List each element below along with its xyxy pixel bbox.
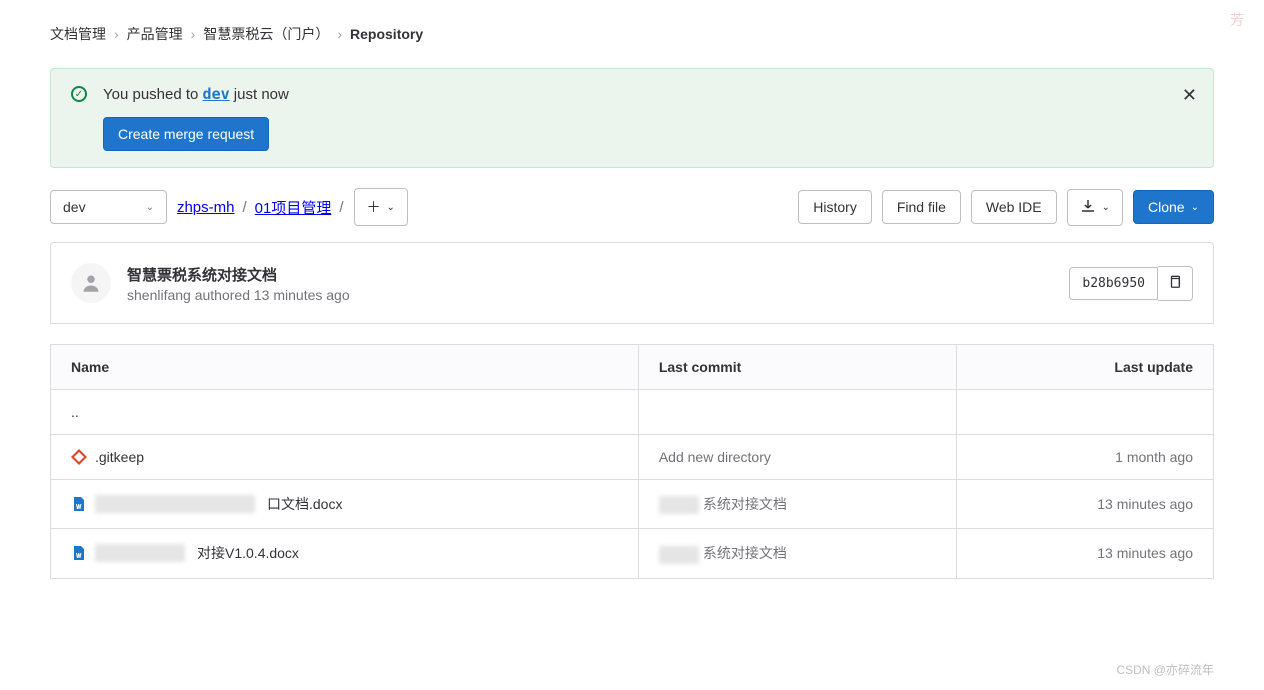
table-row[interactable]: .. (51, 390, 1214, 435)
cell-update: 1 month ago (956, 435, 1213, 480)
path-segment[interactable]: zhps-mh (177, 199, 235, 216)
chevron-down-icon: ⌄ (1102, 202, 1110, 213)
col-name: Name (51, 345, 639, 390)
cell-update: 13 minutes ago (956, 480, 1213, 529)
commit-meta: shenlifang authored 13 minutes ago (127, 287, 350, 303)
cell-name: 口文档.docx (51, 480, 639, 529)
parent-dir-link[interactable]: .. (71, 404, 618, 420)
file-path: zhps-mh / 01项目管理 / (177, 197, 344, 218)
breadcrumb-item[interactable]: 智慧票税云（门户） (203, 24, 329, 44)
avatar (71, 263, 111, 303)
cell-name: 对接V1.0.4.docx (51, 529, 639, 578)
repo-toolbar: dev ⌄ zhps-mh / 01项目管理 / ＋ ⌄ History Fin… (50, 188, 1214, 226)
branch-name: dev (63, 199, 86, 215)
download-dropdown[interactable]: ⌄ (1067, 189, 1123, 226)
history-button[interactable]: History (798, 190, 872, 224)
create-merge-request-button[interactable]: Create merge request (103, 117, 269, 151)
last-commit-panel: 智慧票税系统对接文档 shenlifang authored 13 minute… (50, 242, 1214, 324)
cell-name: .. (51, 390, 639, 435)
chevron-right-icon: › (337, 26, 342, 42)
table-row[interactable]: 对接V1.0.4.docx 系统对接文档 13 minutes ago (51, 529, 1214, 578)
file-table: Name Last commit Last update .. .gitkeep… (50, 344, 1214, 579)
path-segment[interactable]: 01项目管理 (255, 197, 332, 218)
chevron-down-icon: ⌄ (387, 202, 395, 213)
cell-commit: 系统对接文档 (638, 529, 956, 578)
watermark-badge: 芳 (1230, 10, 1244, 30)
chevron-down-icon: ⌄ (146, 202, 154, 213)
path-separator: / (243, 199, 247, 216)
path-separator: / (339, 199, 343, 216)
cell-commit (638, 390, 956, 435)
breadcrumb-item[interactable]: 产品管理 (127, 24, 183, 44)
plus-icon: ＋ (367, 197, 381, 217)
file-link[interactable]: 口文档.docx (71, 494, 618, 514)
add-file-dropdown[interactable]: ＋ ⌄ (354, 188, 408, 226)
web-ide-button[interactable]: Web IDE (971, 190, 1057, 224)
file-link[interactable]: 对接V1.0.4.docx (71, 543, 618, 563)
chevron-down-icon: ⌄ (1191, 202, 1199, 213)
push-alert: ✓ You pushed to dev just now ✕ Create me… (50, 68, 1214, 168)
table-row[interactable]: .gitkeep Add new directory 1 month ago (51, 435, 1214, 480)
breadcrumb: 文档管理 › 产品管理 › 智慧票税云（门户） › Repository (50, 0, 1214, 56)
footer-watermark: CSDN @亦碎流年 (1116, 661, 1214, 678)
copy-sha-button[interactable] (1158, 266, 1193, 301)
commit-sha[interactable]: b28b6950 (1069, 267, 1158, 300)
commit-title[interactable]: 智慧票税系统对接文档 (127, 264, 350, 285)
branch-selector[interactable]: dev ⌄ (50, 190, 167, 224)
cell-commit: 系统对接文档 (638, 480, 956, 529)
file-link[interactable]: .gitkeep (71, 449, 618, 465)
branch-link[interactable]: dev (203, 85, 230, 103)
col-last-update: Last update (956, 345, 1213, 390)
col-last-commit: Last commit (638, 345, 956, 390)
cell-name: .gitkeep (51, 435, 639, 480)
download-icon (1080, 198, 1096, 217)
table-row[interactable]: 口文档.docx 系统对接文档 13 minutes ago (51, 480, 1214, 529)
alert-message: You pushed to dev just now (103, 85, 289, 103)
breadcrumb-item[interactable]: Repository (350, 26, 423, 42)
cell-update (956, 390, 1213, 435)
chevron-right-icon: › (191, 26, 196, 42)
chevron-right-icon: › (114, 26, 119, 42)
cell-commit: Add new directory (638, 435, 956, 480)
clone-button[interactable]: Clone ⌄ (1133, 190, 1214, 224)
breadcrumb-item[interactable]: 文档管理 (50, 24, 106, 44)
cell-update: 13 minutes ago (956, 529, 1213, 578)
find-file-button[interactable]: Find file (882, 190, 961, 224)
check-circle-icon: ✓ (71, 86, 87, 102)
close-icon[interactable]: ✕ (1182, 85, 1197, 106)
